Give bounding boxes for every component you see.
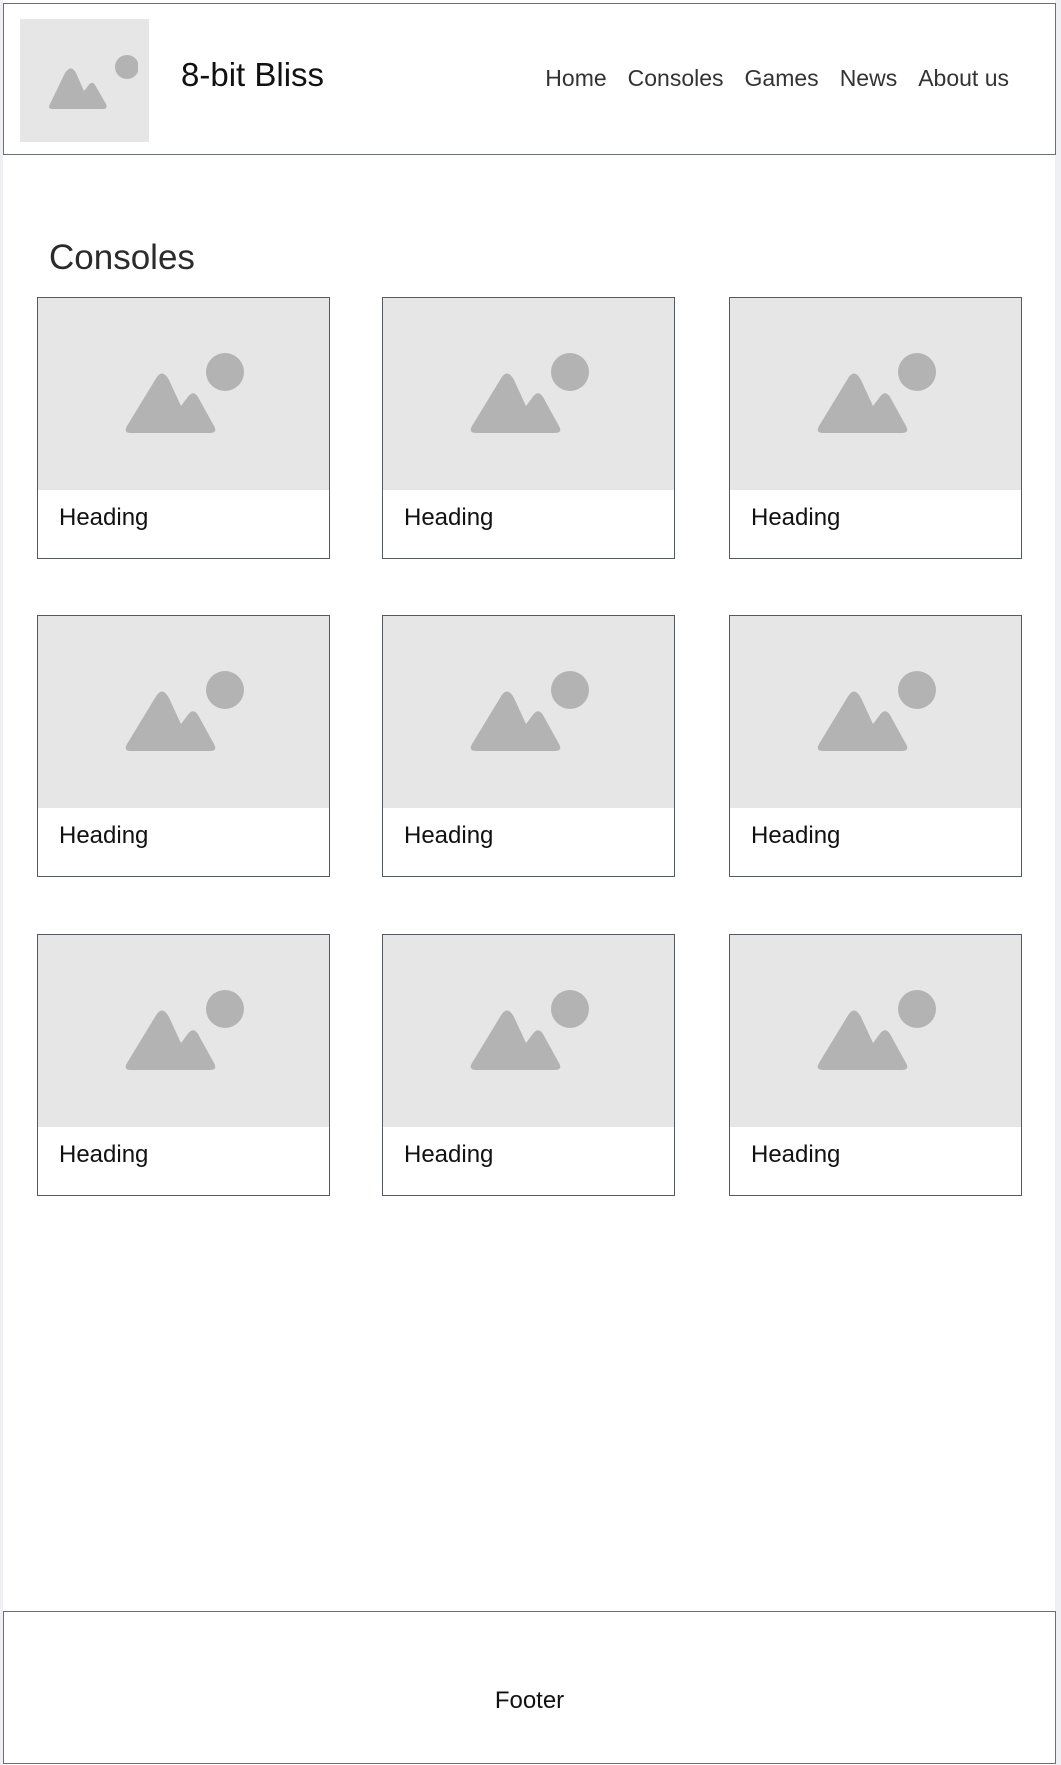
nav-item-games[interactable]: Games (745, 67, 819, 90)
image-placeholder-icon (817, 671, 936, 751)
card-image (383, 616, 674, 808)
card-heading: Heading (59, 504, 149, 531)
logo-image[interactable] (20, 19, 149, 142)
card-image (383, 298, 674, 490)
card-heading: Heading (751, 504, 841, 531)
card-image (730, 935, 1021, 1127)
card-heading: Heading (59, 822, 149, 849)
console-card[interactable]: Heading (729, 934, 1022, 1196)
section-title: Consoles (49, 238, 195, 277)
card-image (38, 616, 329, 808)
card-heading: Heading (59, 1141, 149, 1168)
card-image (383, 935, 674, 1127)
card-heading: Heading (751, 822, 841, 849)
card-image (730, 616, 1021, 808)
site-title: 8-bit Bliss (181, 56, 325, 93)
nav-item-about-us[interactable]: About us (918, 67, 1009, 90)
console-card[interactable]: Heading (729, 615, 1022, 877)
console-card[interactable]: Heading (729, 297, 1022, 559)
site-header: 8-bit Bliss Home Consoles Games News Abo… (3, 3, 1056, 155)
console-card[interactable]: Heading (382, 934, 675, 1196)
console-card[interactable]: Heading (382, 297, 675, 559)
console-card[interactable]: Heading (37, 934, 330, 1196)
card-image (38, 298, 329, 490)
site-footer: Footer (3, 1611, 1056, 1764)
card-heading: Heading (404, 822, 494, 849)
image-placeholder-icon (470, 353, 589, 433)
main-nav: Home Consoles Games News About us (545, 67, 1009, 90)
image-placeholder-icon (470, 671, 589, 751)
card-heading: Heading (751, 1141, 841, 1168)
nav-item-home[interactable]: Home (545, 67, 606, 90)
card-image (38, 935, 329, 1127)
nav-item-consoles[interactable]: Consoles (628, 67, 724, 90)
card-image (730, 298, 1021, 490)
console-card[interactable]: Heading (37, 615, 330, 877)
image-placeholder-icon (817, 990, 936, 1070)
footer-label: Footer (494, 1687, 565, 1714)
image-placeholder-icon (125, 671, 244, 751)
console-card[interactable]: Heading (382, 615, 675, 877)
card-heading: Heading (404, 1141, 494, 1168)
image-placeholder-icon (125, 353, 244, 433)
image-placeholder-icon (125, 990, 244, 1070)
nav-item-news[interactable]: News (840, 67, 898, 90)
image-placeholder-icon (470, 990, 589, 1070)
image-placeholder-icon (49, 55, 138, 109)
image-placeholder-icon (817, 353, 936, 433)
card-heading: Heading (404, 504, 494, 531)
console-card[interactable]: Heading (37, 297, 330, 559)
